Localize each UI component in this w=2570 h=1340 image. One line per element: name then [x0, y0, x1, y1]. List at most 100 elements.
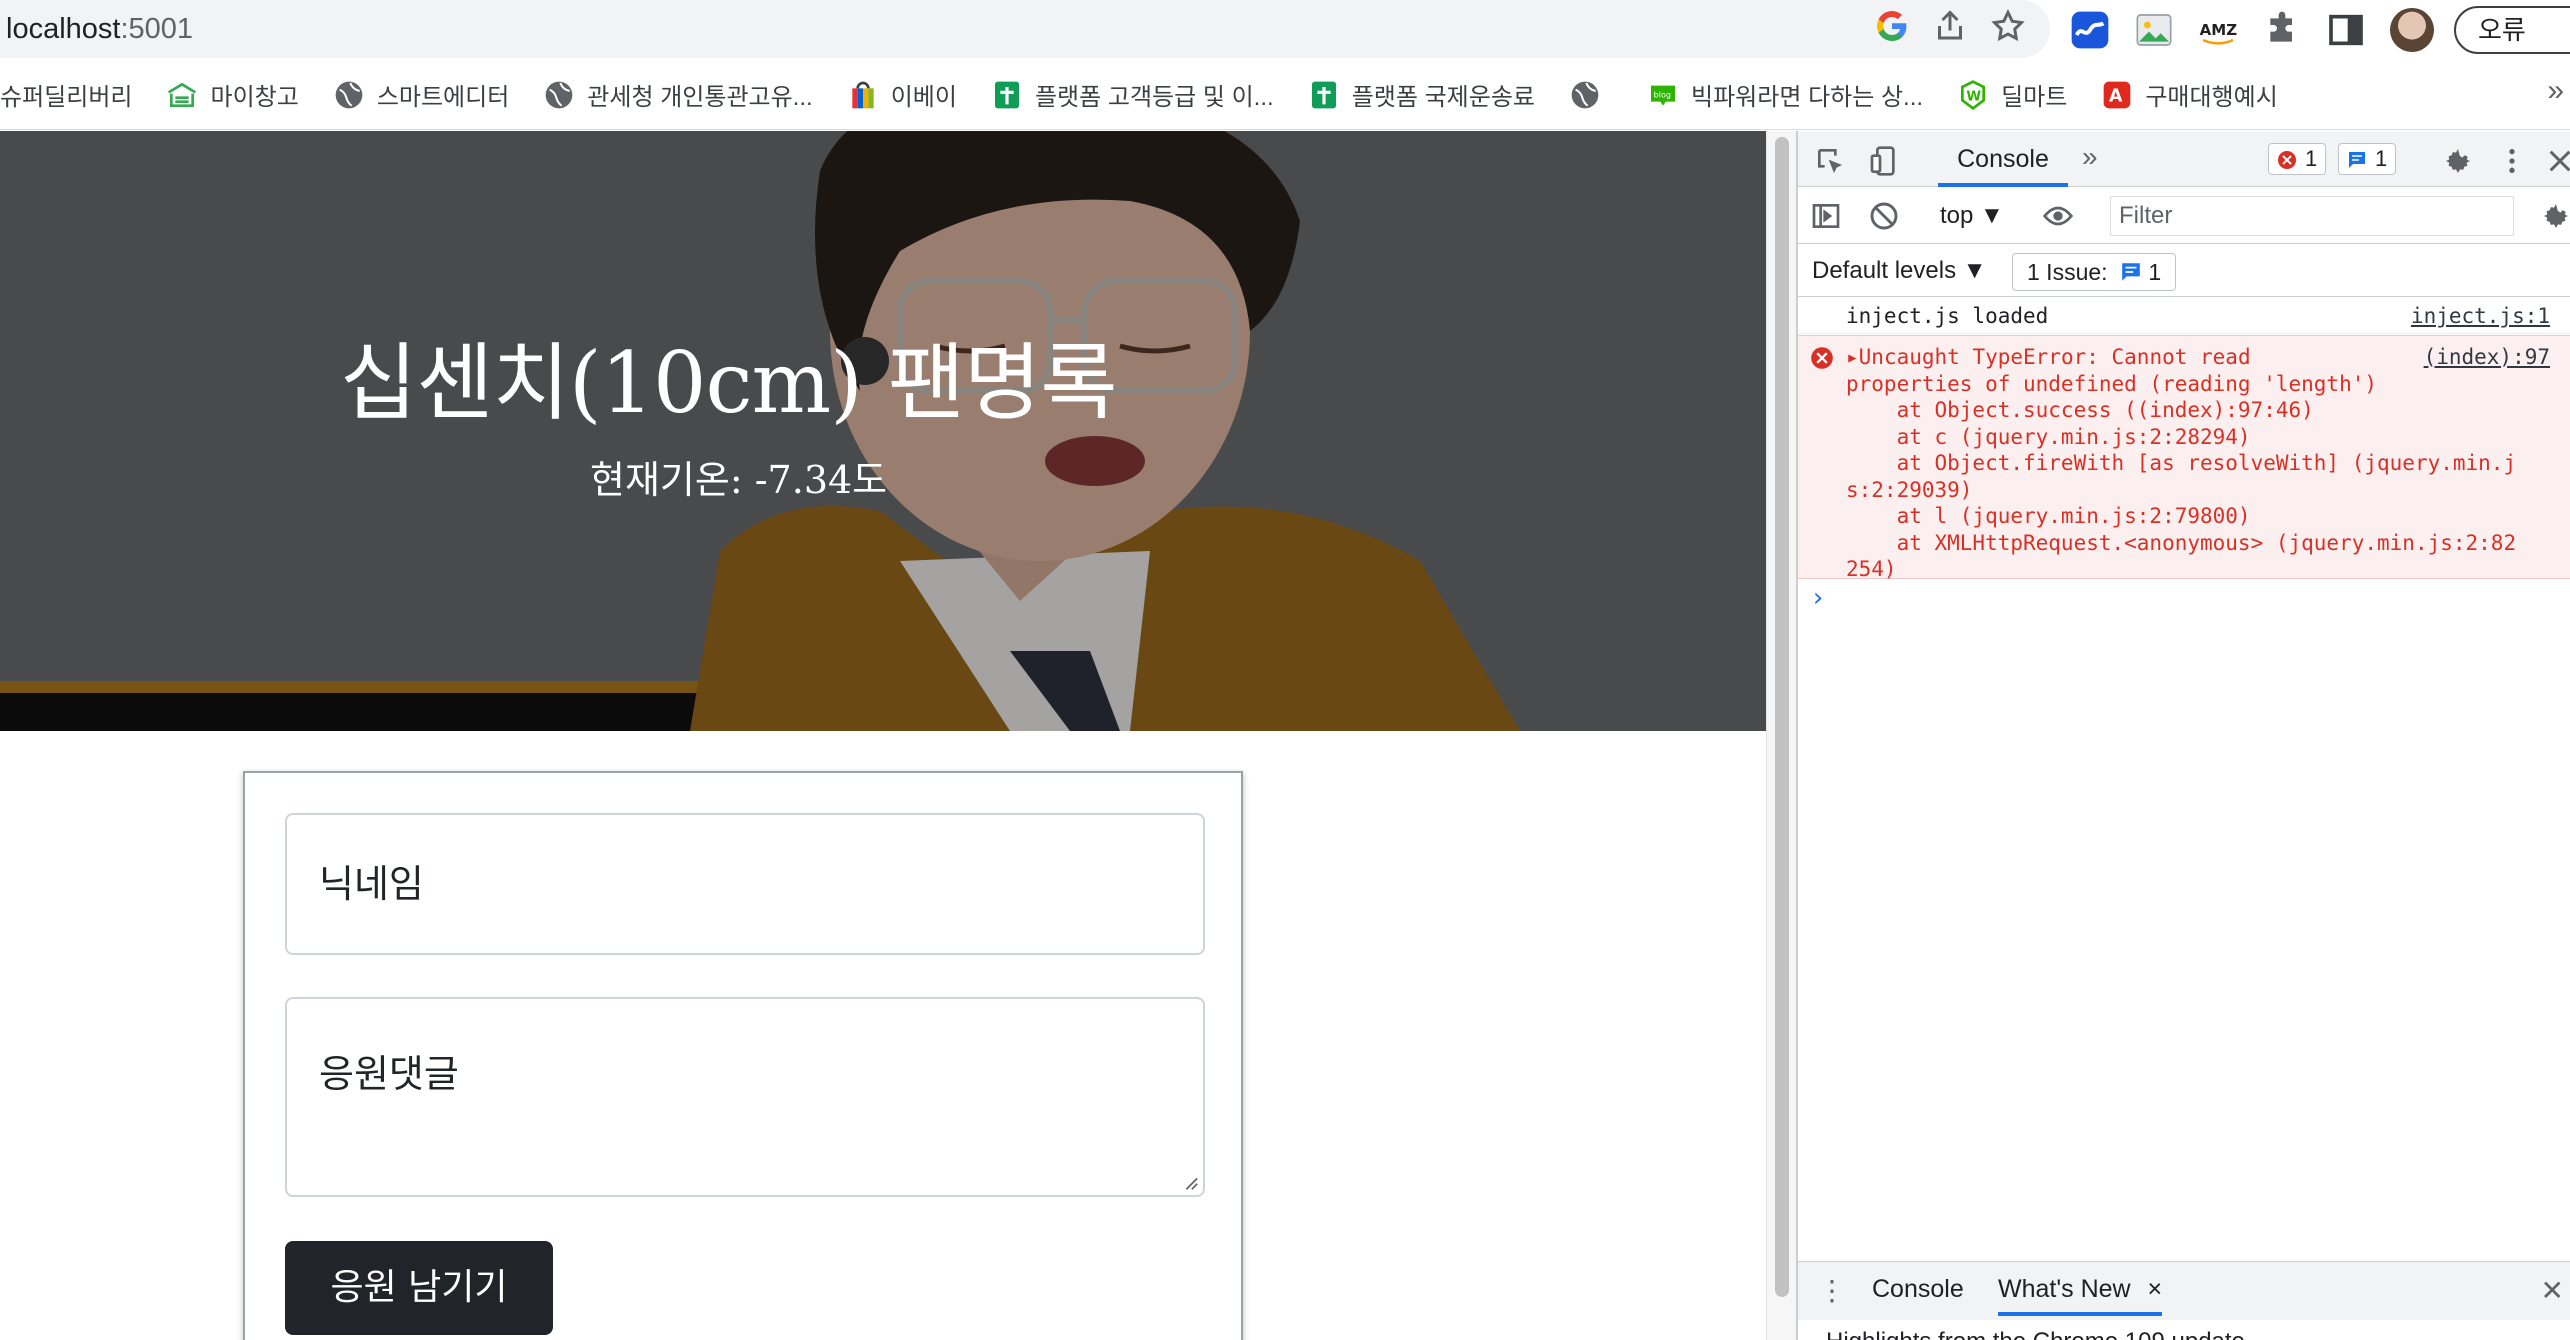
share-icon[interactable] [1932, 8, 1968, 44]
context-selector[interactable]: top ▼ [1940, 200, 2004, 232]
bookmark-item[interactable]: 마이창고 [166, 77, 299, 112]
sidebar-toggle-icon[interactable] [1810, 200, 1842, 232]
google-icon[interactable] [1874, 8, 1910, 44]
console-log-info: inject.js loaded inject.js:1 [1798, 298, 2570, 334]
stack-frame[interactable]: at Object.fireWith [as resolveWith] (jqu… [1846, 450, 2552, 477]
stack-frame[interactable]: at XMLHttpRequest.<anonymous> (jquery.mi… [1846, 530, 2552, 557]
stack-frame[interactable]: at c (jquery.min.js:2:28294) [1846, 424, 2552, 451]
hero-banner: 십센치(10cm) 팬명록 현재기온: -7.34도 [0, 131, 1766, 731]
w-icon: W [1961, 79, 1986, 110]
log-message: inject.js loaded [1846, 304, 2049, 328]
address-bar[interactable]: localhost:5001 [0, 0, 2050, 58]
extension-image-icon[interactable] [2134, 10, 2174, 50]
more-tabs-button[interactable]: » [2082, 141, 2098, 173]
whats-new-text: Highlights from the Chrome 109 update [1798, 1320, 2570, 1340]
drawer-tab-console[interactable]: Console [1872, 1262, 1964, 1316]
live-expression-eye-icon[interactable] [2042, 200, 2074, 232]
browser-toolbar: localhost:5001 AMZ 오류 [0, 0, 2570, 60]
comment-placeholder: 응원댓글 [319, 1052, 459, 1096]
bookmark-item[interactable]: 이베이 [847, 77, 957, 112]
console-filter-input[interactable]: Filter [2110, 196, 2514, 236]
profile-avatar[interactable] [2390, 8, 2434, 52]
acrobat-icon: A [2103, 81, 2131, 108]
globe-icon [545, 81, 573, 108]
warehouse-icon [168, 82, 197, 107]
svg-text:blog: blog [1654, 90, 1671, 99]
nickname-input[interactable]: 닉네임 [285, 813, 1205, 955]
bookmark-item[interactable]: 플랫폼 고객등급 및 이... [991, 77, 1274, 112]
error-source-link[interactable]: (index):97 [2424, 344, 2550, 371]
stack-frame[interactable]: 254) [1846, 556, 2552, 583]
bookmark-item[interactable]: 슈퍼딜리버리 [0, 77, 132, 112]
message-icon [2122, 263, 2140, 281]
globe-icon [335, 81, 363, 108]
page-scrollbar[interactable] [1766, 131, 1796, 1340]
bookmark-item[interactable] [1569, 79, 1613, 111]
stack-frame[interactable]: s:2:29039) [1846, 477, 2552, 504]
devtools-tabbar: Console » 1 1 [1798, 131, 2570, 187]
stack-frame[interactable]: at l (jquery.min.js:2:79800) [1846, 503, 2552, 530]
devtools-panel: Console » 1 1 top ▼ Filter Default level… [1796, 131, 2570, 1340]
error-circle-icon [1811, 347, 1833, 369]
log-source-link[interactable]: inject.js:1 [2411, 303, 2550, 330]
puzzle-extensions-icon[interactable] [2262, 10, 2302, 50]
error-line: properties of undefined (reading 'length… [1846, 371, 2378, 396]
console-levels-bar: Default levels ▼ 1 Issue: 1 [1798, 245, 2570, 297]
bookmark-item[interactable]: blog 빅파워라면 다하는 상... [1647, 77, 1923, 112]
weather-text: 현재기온: -7.34도 [590, 458, 888, 502]
inspect-element-icon[interactable] [1814, 145, 1846, 177]
web-page: 십센치(10cm) 팬명록 현재기온: -7.34도 닉네임 응원댓글 응원 남… [0, 131, 1766, 1340]
settings-gear-icon[interactable] [2442, 145, 2474, 177]
svg-text:A: A [2109, 86, 2123, 106]
bookmark-item[interactable]: 플랫폼 국제운송료 [1308, 77, 1535, 112]
bookmarks-overflow-button[interactable]: » [2547, 74, 2564, 108]
issues-button[interactable]: 1 Issue: 1 [2012, 253, 2177, 291]
expand-triangle-icon[interactable]: ▸ [1846, 345, 1859, 369]
sheets-icon [1311, 81, 1336, 108]
console-settings-icon[interactable] [2540, 200, 2570, 232]
comment-form-card: 닉네임 응원댓글 응원 남기기 [243, 771, 1243, 1340]
extension-wave-icon[interactable] [2070, 10, 2110, 50]
close-devtools-icon[interactable] [2544, 145, 2570, 177]
close-tab-icon[interactable]: × [2148, 1275, 2163, 1303]
page-title: 십센치(10cm) 팬명록 [340, 334, 1118, 432]
bookmark-item[interactable]: 스마트에디터 [333, 77, 509, 112]
svg-text:W: W [1966, 89, 1981, 104]
console-prompt[interactable]: › [1810, 583, 1826, 613]
bookmark-item[interactable]: W 딜마트 [1957, 77, 2067, 112]
device-toolbar-icon[interactable] [1868, 145, 1900, 177]
screen: localhost:5001 AMZ 오류 슈퍼딜리버리 마이창고 스마트에디터… [0, 0, 2570, 1340]
devtools-drawer: ⋮ Console What's New × ✕ Highlights from… [1798, 1261, 2570, 1340]
bookmarks-bar: 슈퍼딜리버리 마이창고 스마트에디터 관세청 개인통관고유... 이베이 플랫폼… [0, 60, 2570, 130]
side-panel-icon[interactable] [2326, 10, 2366, 50]
message-count-badge[interactable]: 1 [2338, 143, 2397, 175]
blog-icon: blog [1651, 85, 1675, 106]
clear-console-icon[interactable] [1868, 200, 1900, 232]
error-pill-button[interactable]: 오류 [2454, 6, 2570, 54]
message-icon [2349, 152, 2365, 168]
tab-console[interactable]: Console [1938, 131, 2068, 187]
kebab-menu-icon[interactable] [2496, 145, 2528, 177]
drawer-tab-whats-new[interactable]: What's New × [1998, 1262, 2163, 1316]
svg-text:AMZ: AMZ [2200, 21, 2238, 39]
drawer-menu-icon[interactable]: ⋮ [1818, 1274, 1846, 1307]
extension-amz-icon[interactable]: AMZ [2198, 10, 2238, 50]
console-log-error[interactable]: (index):97 ▸Uncaught TypeError: Cannot r… [1798, 335, 2570, 581]
bookmark-item[interactable]: 관세청 개인통관고유... [543, 77, 813, 112]
close-drawer-icon[interactable]: ✕ [2541, 1274, 2564, 1307]
bookmark-item[interactable]: A 구매대행예시 [2101, 77, 2278, 112]
bookmark-star-icon[interactable] [1990, 8, 2026, 44]
globe-icon [1571, 81, 1599, 108]
submit-comment-button[interactable]: 응원 남기기 [285, 1241, 553, 1335]
resize-handle-icon[interactable] [1181, 1173, 1199, 1191]
log-levels-dropdown[interactable]: Default levels ▼ [1812, 255, 1987, 287]
url-text[interactable]: localhost:5001 [6, 13, 193, 46]
error-count-badge[interactable]: 1 [2268, 143, 2327, 175]
shopping-bag-icon [852, 81, 874, 108]
error-circle-icon [2278, 151, 2296, 169]
comment-textarea[interactable]: 응원댓글 [285, 997, 1205, 1197]
console-toolbar: top ▼ Filter [1798, 188, 2570, 244]
scrollbar-thumb[interactable] [1775, 137, 1789, 1297]
sheets-icon [994, 81, 1019, 108]
stack-frame[interactable]: at Object.success ((index):97:46) [1846, 397, 2552, 424]
